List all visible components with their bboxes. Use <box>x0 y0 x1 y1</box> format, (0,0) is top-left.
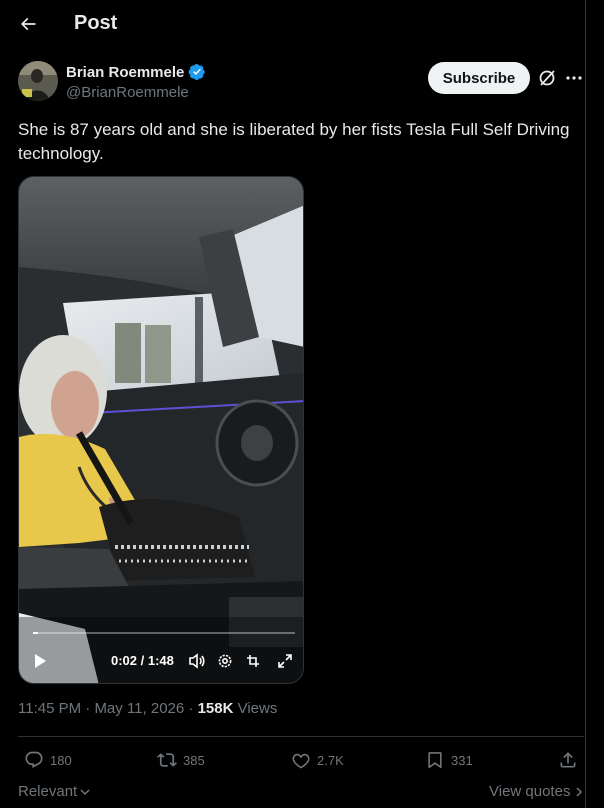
pip-icon <box>247 655 259 667</box>
reply-icon <box>25 751 43 768</box>
share-icon <box>560 752 576 768</box>
author-display-name[interactable]: Brian Roemmele <box>66 64 184 81</box>
share-button[interactable] <box>558 748 578 772</box>
video-time-readout: 0:02 / 1:48 <box>111 653 174 668</box>
view-quotes-link[interactable]: View quotes <box>489 783 584 800</box>
bookmark-count: 331 <box>451 752 473 768</box>
author-name-row: Brian Roemmele <box>66 63 206 81</box>
views-count: 158K <box>197 700 234 717</box>
heart-icon <box>292 753 310 769</box>
arrow-left-icon <box>20 17 36 31</box>
chevron-down-icon <box>80 788 90 795</box>
settings-icon <box>218 654 232 668</box>
reply-count: 180 <box>50 752 72 768</box>
chevron-right-icon <box>576 786 583 797</box>
page-title: Post <box>74 12 118 34</box>
divider <box>18 736 584 737</box>
avatar[interactable] <box>18 61 58 101</box>
fullscreen-icon <box>278 654 292 668</box>
fullscreen-button[interactable] <box>277 653 293 674</box>
top-bar: Post <box>0 0 586 48</box>
bookmark-icon <box>428 752 442 769</box>
settings-button[interactable] <box>217 653 233 674</box>
view-quotes-label: View quotes <box>489 783 571 800</box>
post-time[interactable]: 11:45 PM <box>18 700 81 717</box>
pip-button[interactable] <box>245 653 261 674</box>
post-date[interactable]: May 11, 2026 <box>94 700 184 717</box>
volume-icon <box>189 653 205 669</box>
sort-label: Relevant <box>18 783 78 800</box>
video-frame <box>19 177 303 683</box>
like-button[interactable]: 2.7K <box>291 748 344 772</box>
play-icon <box>35 654 46 668</box>
meta-separator: · <box>188 700 198 717</box>
grok-button[interactable] <box>537 68 557 88</box>
video-progress-fill <box>33 632 39 634</box>
volume-button[interactable] <box>188 653 206 674</box>
post-meta: 11:45 PM · May 11, 2026 · 158K Views <box>18 700 277 717</box>
grok-icon <box>539 70 555 86</box>
like-count: 2.7K <box>317 752 344 768</box>
sort-replies-dropdown[interactable]: Relevant <box>18 783 91 800</box>
video-player[interactable]: 0:02 / 1:48 <box>18 176 304 684</box>
bookmark-button[interactable]: 331 <box>425 748 473 772</box>
author-handle[interactable]: @BrianRoemmele <box>66 84 189 101</box>
reply-button[interactable]: 180 <box>24 748 72 772</box>
video-progress-bar[interactable] <box>33 632 295 634</box>
repost-button[interactable]: 385 <box>157 748 205 772</box>
post-text: She is 87 years old and she is liberated… <box>18 120 570 163</box>
repost-count: 385 <box>183 752 205 768</box>
back-button[interactable] <box>12 8 44 40</box>
repost-icon <box>157 753 177 767</box>
more-options-button[interactable] <box>565 68 583 88</box>
subscribe-button[interactable]: Subscribe <box>428 62 530 94</box>
play-button[interactable] <box>33 653 47 674</box>
views-label: Views <box>237 700 278 717</box>
verified-badge-icon[interactable] <box>188 63 206 81</box>
more-dots-icon <box>566 76 582 80</box>
